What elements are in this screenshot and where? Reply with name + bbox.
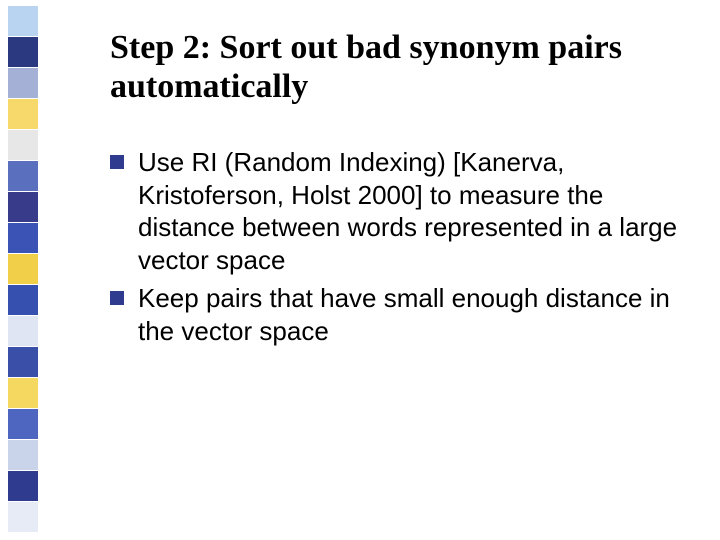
sidebar-block [8,440,38,470]
bullet-text: Keep pairs that have small enough distan… [138,283,670,346]
sidebar-block [8,223,38,253]
square-bullet-icon [110,291,124,305]
slide-content: Step 2: Sort out bad synonym pairs autom… [110,28,692,353]
sidebar-block [8,37,38,67]
sidebar-block [8,161,38,191]
sidebar-block [8,502,38,532]
sidebar-block [8,316,38,346]
sidebar-block [8,192,38,222]
square-bullet-icon [110,155,124,169]
list-item: Use RI (Random Indexing) [Kanerva, Krist… [110,146,692,276]
slide: Step 2: Sort out bad synonym pairs autom… [0,0,720,540]
sidebar-block [8,130,38,160]
bullet-list: Use RI (Random Indexing) [Kanerva, Krist… [110,146,692,347]
sidebar-block [8,378,38,408]
sidebar-block [8,347,38,377]
sidebar-block [8,409,38,439]
sidebar-block [8,99,38,129]
slide-title: Step 2: Sort out bad synonym pairs autom… [110,28,692,106]
sidebar-block [8,6,38,36]
sidebar-block [8,68,38,98]
sidebar-block [8,471,38,501]
sidebar-block [8,254,38,284]
bullet-text: Use RI (Random Indexing) [Kanerva, Krist… [138,147,677,275]
list-item: Keep pairs that have small enough distan… [110,282,692,347]
sidebar-block [8,285,38,315]
decorative-sidebar [0,0,44,540]
